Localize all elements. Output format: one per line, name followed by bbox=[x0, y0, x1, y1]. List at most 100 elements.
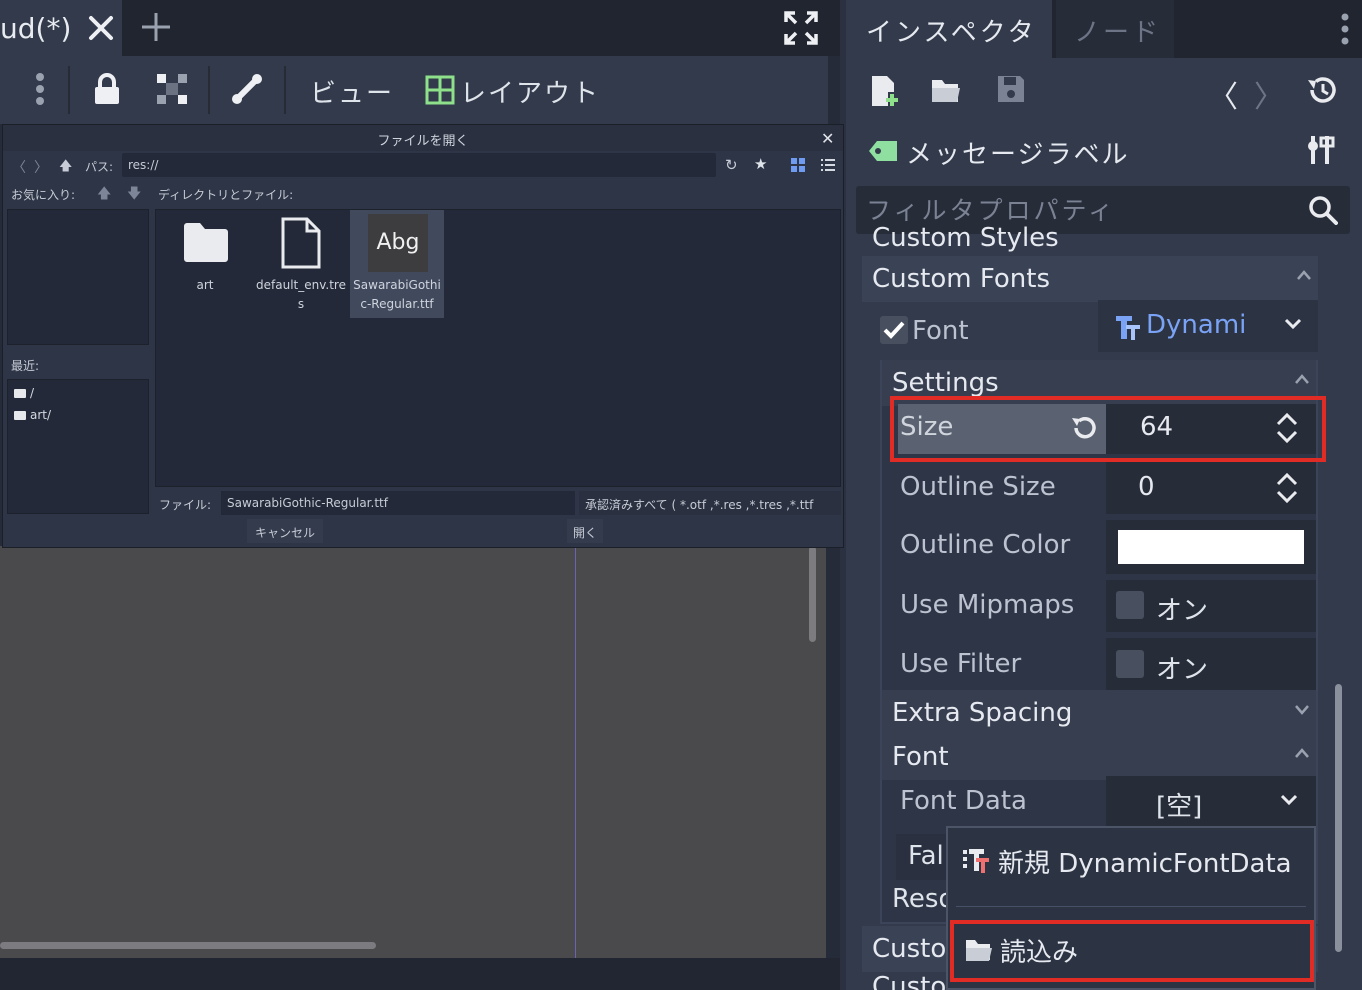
path-input[interactable]: res:// bbox=[122, 153, 716, 177]
more-vert-icon[interactable] bbox=[32, 72, 48, 108]
chevron-up-icon bbox=[1297, 270, 1311, 280]
chevron-down-icon[interactable] bbox=[1284, 318, 1302, 330]
toolbar-separator bbox=[284, 66, 286, 114]
file-item-default-env[interactable]: ⊕ default_env.tres bbox=[254, 210, 367, 318]
file-open-dialog: ファイルを開く ✕ 〈 〉 🡅 パス: res:// ↻ ★ お気に入り: 🡅 … bbox=[2, 124, 844, 548]
back-icon[interactable]: 〈 bbox=[12, 157, 26, 177]
favorites-label: お気に入り: bbox=[11, 188, 76, 202]
fullscreen-icon[interactable] bbox=[783, 10, 819, 46]
use-filter-checkbox[interactable] bbox=[1116, 650, 1144, 678]
dir-files-label: ディレクトリとファイル: bbox=[158, 188, 294, 202]
outline-color-swatch[interactable] bbox=[1118, 530, 1304, 564]
forward-icon[interactable]: 〉 bbox=[34, 157, 48, 177]
use-filter-text: オン bbox=[1156, 655, 1209, 685]
size-highlight-box bbox=[890, 396, 1326, 462]
close-icon[interactable] bbox=[86, 11, 116, 45]
recent-label: 最近: bbox=[11, 359, 40, 373]
history-back-icon[interactable]: 〈 bbox=[1208, 72, 1238, 116]
favorites-list[interactable] bbox=[7, 209, 149, 345]
scene-tab-bar bbox=[0, 0, 840, 56]
object-tools-icon[interactable] bbox=[1306, 134, 1336, 166]
refresh-icon[interactable]: ↻ bbox=[725, 156, 738, 174]
outline-color-label: Outline Color bbox=[900, 530, 1071, 560]
dialog-title: ファイルを開く bbox=[377, 134, 469, 149]
file-name: art bbox=[196, 278, 214, 292]
recent-item[interactable]: / bbox=[14, 386, 34, 400]
grid-view-icon[interactable] bbox=[791, 158, 805, 172]
dock-menu-icon[interactable] bbox=[1338, 12, 1352, 46]
dynamic-font-icon bbox=[1114, 313, 1142, 341]
viewport-horizontal-scrollbar[interactable] bbox=[0, 942, 376, 949]
favorite-star-icon[interactable]: ★ bbox=[754, 155, 767, 173]
file-label: ファイル: bbox=[159, 498, 212, 512]
file-name: SawarabiGothic-Regular.ttf bbox=[353, 278, 441, 311]
history-forward-icon[interactable]: 〉 bbox=[1254, 72, 1284, 116]
font-data-label: Font Data bbox=[900, 786, 1027, 816]
font-preview-thumbnail: Abg bbox=[368, 214, 428, 272]
new-resource-icon[interactable] bbox=[870, 74, 900, 108]
chevron-down-icon bbox=[1295, 705, 1309, 715]
cancel-button[interactable]: キャンセル bbox=[247, 519, 323, 543]
bottom-panel-strip bbox=[0, 958, 840, 990]
parent-folder-icon[interactable]: 🡅 bbox=[59, 157, 72, 179]
file-grid: art ⊕ default_env.tres Abg SawarabiGothi… bbox=[155, 209, 841, 487]
section-extra-spacing[interactable]: Extra Spacing bbox=[882, 690, 1316, 736]
list-view-icon[interactable] bbox=[821, 158, 835, 172]
layout-menu[interactable]: レイアウト bbox=[460, 73, 600, 110]
use-mipmaps-text: オン bbox=[1156, 596, 1209, 626]
add-tab-icon[interactable] bbox=[140, 10, 172, 44]
layout-icon bbox=[425, 75, 455, 105]
open-folder-icon[interactable] bbox=[930, 74, 962, 106]
toolbar-separator bbox=[208, 66, 210, 114]
section-custom-fonts[interactable]: Custom Fonts bbox=[862, 256, 1318, 302]
toolbar-separator bbox=[68, 66, 70, 114]
file-icon bbox=[280, 216, 322, 270]
move-down-icon[interactable]: 🡇 bbox=[127, 183, 141, 207]
inspector-scrollbar[interactable] bbox=[1335, 684, 1342, 952]
bone-icon[interactable] bbox=[230, 72, 264, 106]
path-label: パス: bbox=[85, 160, 114, 174]
file-type-filter-select[interactable]: 承認済みすべて ( *.otf ,*.res ,*.tres ,*.ttf bbox=[579, 491, 841, 515]
chevron-down-icon[interactable] bbox=[1280, 794, 1298, 806]
file-item-art[interactable]: art bbox=[158, 210, 252, 318]
recent-item[interactable]: art/ bbox=[14, 408, 51, 422]
use-filter-label: Use Filter bbox=[900, 649, 1022, 679]
scene-tab-label: ud(*) bbox=[0, 12, 72, 45]
use-mipmaps-checkbox[interactable] bbox=[1116, 591, 1144, 619]
font-override-checkbox[interactable] bbox=[880, 316, 908, 344]
menu-separator bbox=[956, 906, 1306, 907]
outline-size-value: 0 bbox=[1138, 472, 1155, 502]
search-icon[interactable] bbox=[1308, 195, 1338, 225]
fallback-label: Fal bbox=[908, 841, 944, 871]
folder-icon bbox=[14, 389, 26, 398]
tab-node[interactable]: ノード bbox=[1056, 0, 1174, 58]
canvas-viewport[interactable] bbox=[0, 546, 826, 958]
menu-item-new-label: 新規 DynamicFontData bbox=[998, 849, 1292, 879]
chevron-up-icon bbox=[1295, 374, 1309, 384]
filter-properties-input[interactable] bbox=[866, 194, 1306, 226]
spin-arrows-icon[interactable] bbox=[1274, 472, 1300, 504]
resource-section-label[interactable]: Reso bbox=[892, 884, 954, 914]
dialog-close-icon[interactable]: ✕ bbox=[821, 129, 834, 148]
tab-inspector[interactable]: インスペクタ bbox=[846, 0, 1052, 58]
recent-list: / art/ bbox=[7, 379, 149, 514]
view-menu[interactable]: ビュー bbox=[310, 73, 394, 110]
section-font[interactable]: Font bbox=[882, 734, 1316, 780]
node-name: メッセージラベル bbox=[906, 140, 1130, 170]
group-icon[interactable] bbox=[155, 72, 189, 106]
filename-input[interactable]: SawarabiGothic-Regular.ttf bbox=[221, 491, 575, 515]
open-button[interactable]: 開く bbox=[567, 519, 603, 543]
history-icon[interactable] bbox=[1306, 74, 1340, 106]
viewport-vertical-scrollbar[interactable] bbox=[809, 546, 816, 642]
tab-inspector-label: インスペクタ bbox=[866, 18, 1037, 48]
font-value-text: Dynami bbox=[1146, 310, 1247, 340]
section-custom-styles[interactable]: Custom Styles bbox=[864, 226, 1318, 256]
file-item-font-selected[interactable]: Abg SawarabiGothic-Regular.ttf bbox=[350, 210, 444, 318]
save-icon[interactable] bbox=[996, 74, 1026, 104]
scene-tab[interactable]: ud(*) bbox=[0, 0, 122, 58]
chevron-up-icon bbox=[1295, 748, 1309, 758]
move-up-icon[interactable]: 🡅 bbox=[97, 183, 111, 207]
folder-icon bbox=[182, 220, 230, 264]
lock-icon[interactable] bbox=[90, 72, 124, 106]
font-property-label: Font bbox=[912, 316, 969, 346]
